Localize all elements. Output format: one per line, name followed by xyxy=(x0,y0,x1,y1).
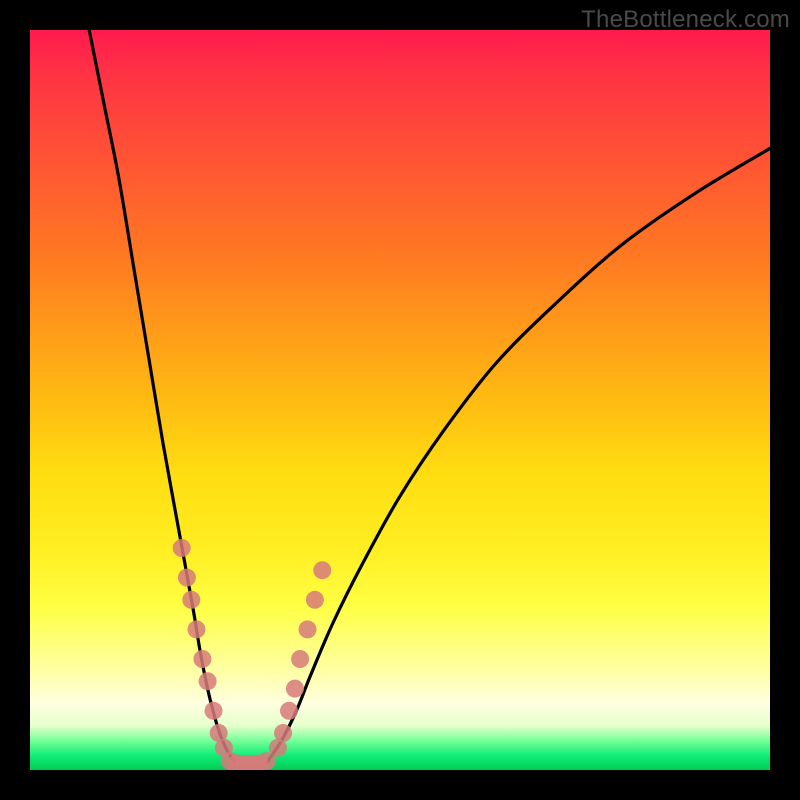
data-point xyxy=(306,591,324,609)
plot-area xyxy=(30,30,770,770)
curve-right-curve xyxy=(267,148,770,762)
data-point xyxy=(205,702,223,720)
data-point xyxy=(182,591,200,609)
data-point xyxy=(173,539,191,557)
data-point xyxy=(299,620,317,638)
chart-svg xyxy=(30,30,770,770)
curve-layer xyxy=(89,30,770,763)
curve-left-curve xyxy=(89,30,237,763)
data-point xyxy=(193,650,211,668)
dot-layer xyxy=(173,539,332,770)
watermark-text: TheBottleneck.com xyxy=(581,6,790,34)
data-point xyxy=(286,680,304,698)
chart-container: TheBottleneck.com xyxy=(0,0,800,800)
data-point xyxy=(178,569,196,587)
data-point xyxy=(313,561,331,579)
data-point xyxy=(280,702,298,720)
data-point xyxy=(274,724,292,742)
data-point xyxy=(258,752,276,770)
data-point xyxy=(188,620,206,638)
data-point xyxy=(291,650,309,668)
data-point xyxy=(199,672,217,690)
